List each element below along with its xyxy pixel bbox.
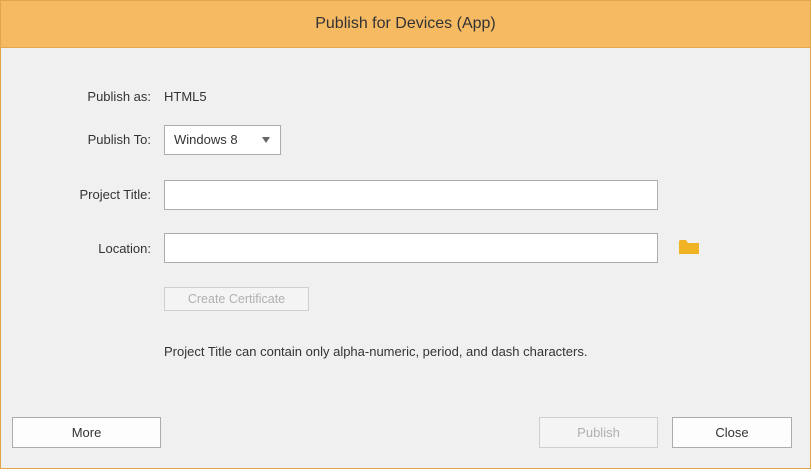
- publish-to-selected: Windows 8: [174, 132, 238, 147]
- publish-as-value: HTML5: [164, 89, 207, 104]
- folder-icon[interactable]: [679, 239, 699, 255]
- chevron-down-icon: [262, 137, 270, 143]
- create-certificate-button[interactable]: Create Certificate: [164, 287, 309, 311]
- dialog-titlebar[interactable]: Publish for Devices (App): [1, 1, 810, 48]
- publish-to-dropdown[interactable]: Windows 8: [164, 125, 281, 155]
- project-title-hint: Project Title can contain only alpha-num…: [164, 344, 588, 359]
- close-button[interactable]: Close: [672, 417, 792, 448]
- location-label: Location:: [98, 241, 151, 256]
- dialog-title: Publish for Devices (App): [315, 15, 496, 32]
- publish-as-label: Publish as:: [87, 89, 151, 104]
- publish-dialog: Publish for Devices (App) Publish as: HT…: [0, 0, 811, 469]
- location-input[interactable]: [164, 233, 658, 263]
- project-title-label: Project Title:: [79, 187, 151, 202]
- project-title-input[interactable]: [164, 180, 658, 210]
- publish-button[interactable]: Publish: [539, 417, 658, 448]
- more-button[interactable]: More: [12, 417, 161, 448]
- publish-to-label: Publish To:: [87, 132, 151, 147]
